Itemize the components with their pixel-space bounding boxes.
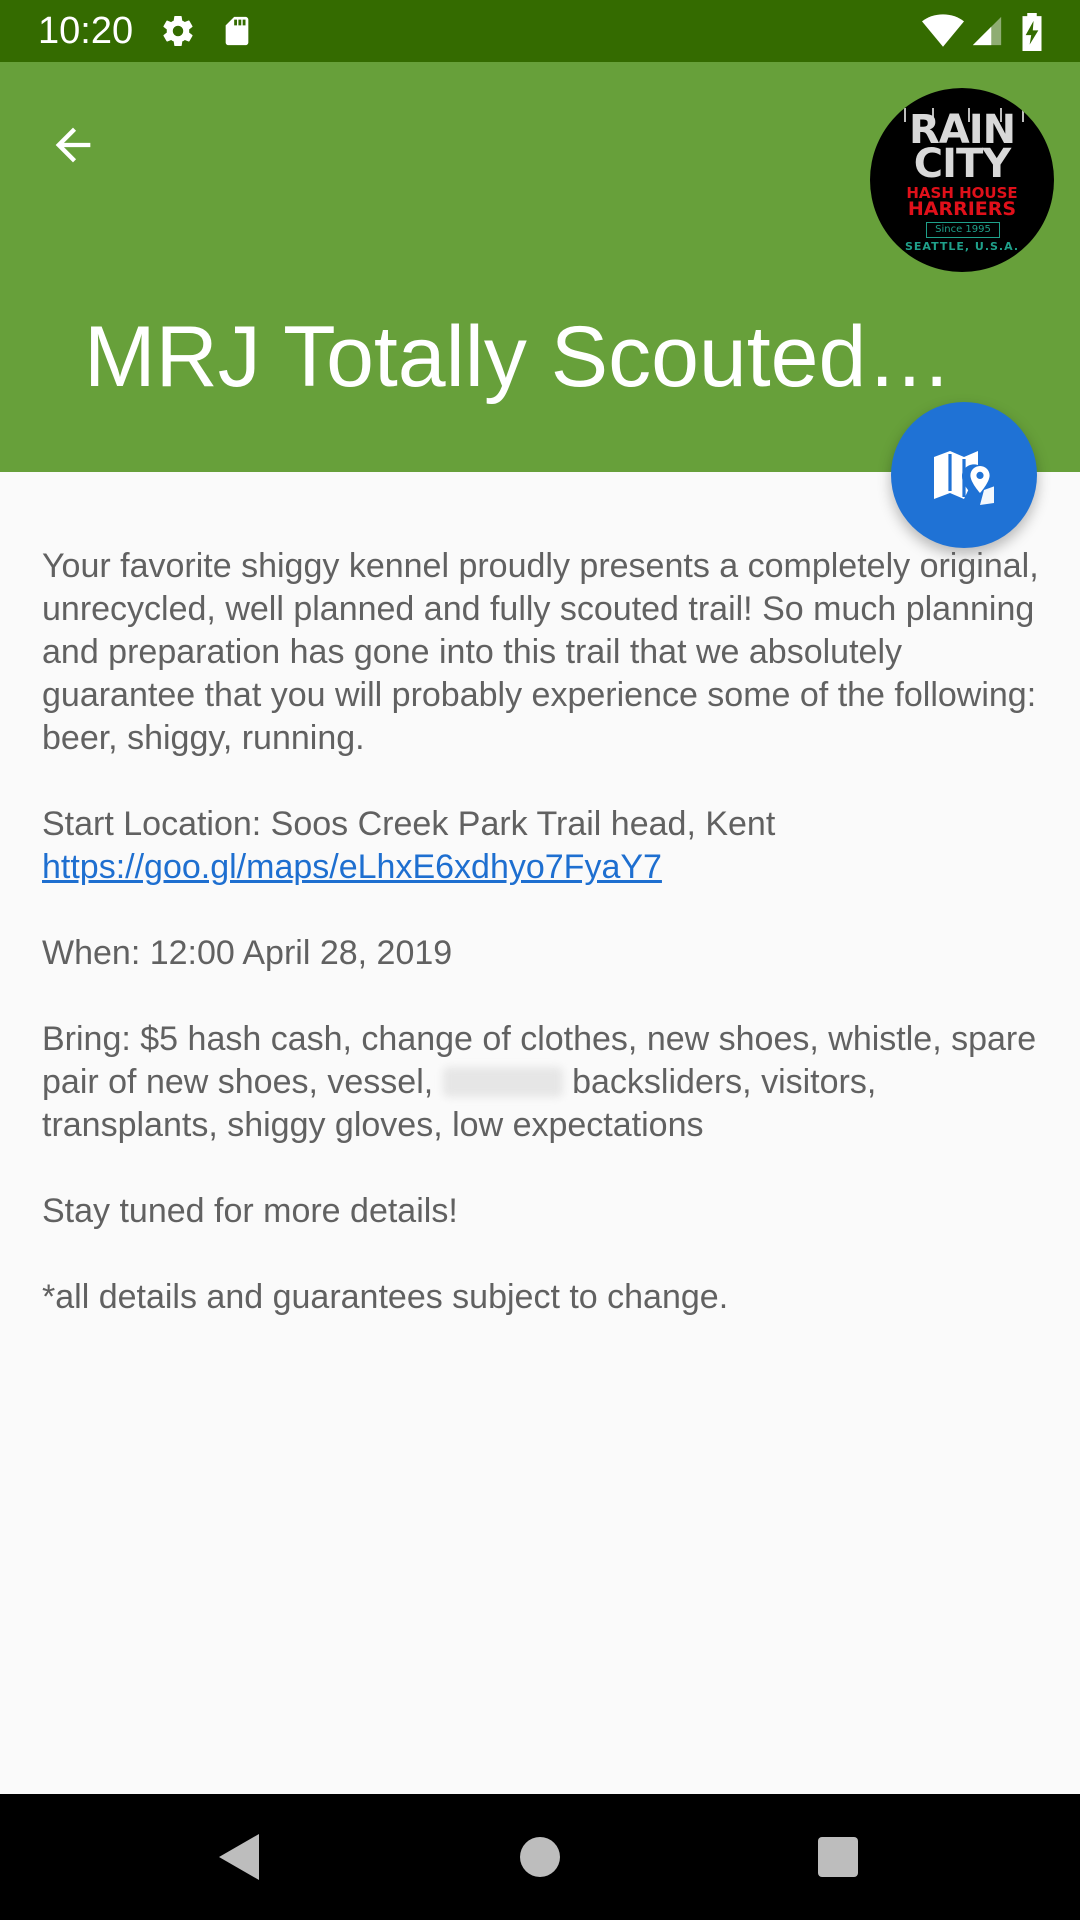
event-bring: Bring: $5 hash cash, change of clothes, …: [42, 1018, 1042, 1147]
nav-home-button[interactable]: [505, 1824, 575, 1890]
event-description: Your favorite shiggy kennel proudly pres…: [42, 547, 1039, 757]
event-when: When: 12:00 April 28, 2019: [42, 934, 453, 972]
nav-back-button[interactable]: [204, 1824, 274, 1890]
event-disclaimer: *all details and guarantees subject to c…: [42, 1278, 729, 1316]
start-location-text: Start Location: Soos Creek Park Trail he…: [42, 805, 776, 843]
event-location: Start Location: Soos Creek Park Trail he…: [42, 803, 1042, 889]
battery-charging-icon: [1020, 13, 1044, 56]
kennel-logo: RAIN CITY HASH HOUSE HARRIERS Since 1995…: [870, 88, 1054, 272]
logo-text-seattle: SEATTLE, U.S.A.: [905, 240, 1019, 253]
redacted-word: [442, 1067, 563, 1097]
page-title: MRJ Totally Scouted Trail: [84, 309, 964, 405]
app-bar: RAIN CITY HASH HOUSE HARRIERS Since 1995…: [0, 62, 1080, 472]
map-fab-button[interactable]: [891, 402, 1037, 548]
nav-home-icon: [520, 1837, 560, 1877]
back-button[interactable]: [30, 102, 116, 188]
map-icon: [934, 451, 994, 505]
gear-icon: [160, 13, 196, 54]
status-time: 10:20: [38, 10, 134, 52]
logo-text-city: CITY: [913, 141, 1012, 187]
nav-back-icon: [219, 1834, 259, 1880]
logo-text-harriers: HARRIERS: [907, 198, 1017, 220]
navigation-bar: [0, 1794, 1080, 1920]
event-stay-tuned: Stay tuned for more details!: [42, 1192, 458, 1230]
signal-icon: [970, 13, 1004, 54]
sd-card-icon: [220, 13, 254, 54]
arrow-back-icon: [55, 127, 91, 163]
logo-text-since: Since 1995: [926, 222, 1000, 238]
status-bar: 10:20: [0, 0, 1080, 62]
wifi-icon: [922, 13, 964, 54]
event-details: Your favorite shiggy kennel proudly pres…: [42, 545, 1042, 1362]
map-link[interactable]: https://goo.gl/maps/eLhxE6xdhyo7FyaY7: [42, 848, 662, 886]
screen: 10:20 RAIN CITY HASH HOUSE HARRIERS Sinc…: [0, 0, 1080, 1920]
nav-recents-icon: [818, 1837, 858, 1877]
nav-recents-button[interactable]: [803, 1824, 873, 1890]
